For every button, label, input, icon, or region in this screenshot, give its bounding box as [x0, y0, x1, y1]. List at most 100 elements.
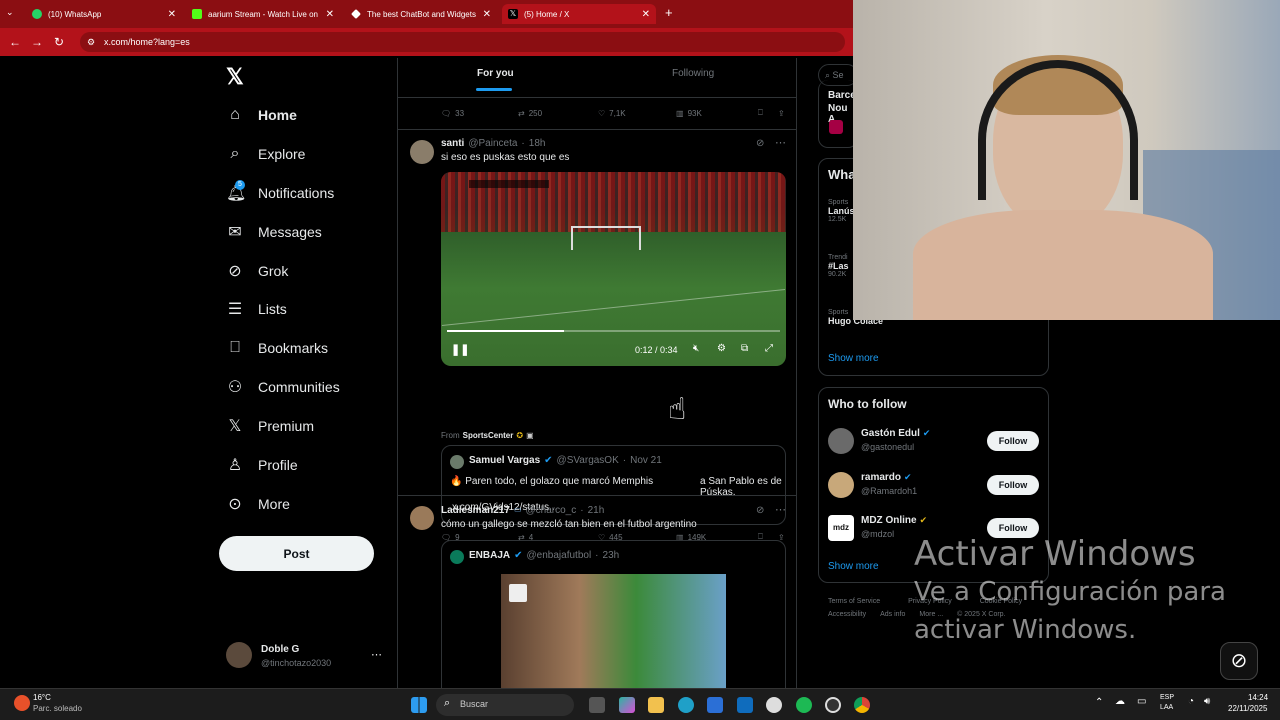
sidebar-item-more[interactable]: ⊙ More	[226, 490, 290, 518]
sidebar-item-communities[interactable]: ⚇ Communities	[226, 373, 340, 401]
fullscreen-icon[interactable]: ⤢	[765, 343, 773, 354]
file-explorer-icon[interactable]	[648, 697, 664, 713]
more-icon[interactable]: ⋯	[775, 503, 786, 516]
post-button[interactable]: Post	[219, 536, 374, 571]
spotify-icon[interactable]	[796, 697, 812, 713]
show-more-link[interactable]: Show more	[828, 561, 879, 572]
quoted-image[interactable]	[501, 574, 726, 688]
weather-icon[interactable]	[14, 695, 30, 711]
sidebar-item-notifications[interactable]: 🔔︎ 5 Notifications	[226, 179, 334, 207]
post-time[interactable]: 18h	[529, 138, 546, 149]
edge-icon[interactable]	[678, 697, 694, 713]
video-progress-track[interactable]	[447, 330, 780, 332]
sidebar-item-home[interactable]: ⌂ Home	[226, 101, 297, 129]
close-icon[interactable]: ✕	[483, 9, 491, 20]
tray-chevron-icon[interactable]: ⌃	[1095, 697, 1103, 708]
sidebar-item-grok[interactable]: ⊘ Grok	[226, 257, 288, 285]
post-time[interactable]: 21h	[588, 505, 605, 516]
video-time: 0:12 / 0:34	[635, 345, 678, 355]
outlook-icon[interactable]	[737, 697, 753, 713]
active-tab-indicator	[476, 88, 512, 91]
mute-icon[interactable]: 🔇︎	[693, 343, 699, 354]
footer-link[interactable]: Ads info	[880, 611, 905, 618]
close-icon[interactable]: ✕	[168, 9, 176, 20]
tab-for-you[interactable]: For you	[477, 68, 514, 79]
from-source[interactable]: SportsCenter	[463, 431, 514, 440]
back-button[interactable]: ←	[4, 35, 26, 49]
store-icon[interactable]	[707, 697, 723, 713]
trend-item[interactable]: Sports Lanús 12.5K	[828, 199, 855, 223]
event-card[interactable]: Barce Nou A	[818, 80, 858, 148]
grok-floating-icon[interactable]: ⊘	[1220, 642, 1258, 680]
more-icon[interactable]: ⋯	[371, 648, 382, 661]
sidebar-item-lists[interactable]: ☰ Lists	[226, 295, 287, 323]
author-handle[interactable]: @charco_c	[526, 505, 577, 516]
tab-list-button[interactable]: ⌄	[6, 7, 14, 18]
sidebar-item-premium[interactable]: 𝕏 Premium	[226, 412, 314, 440]
new-tab-button[interactable]: +	[665, 5, 673, 20]
volume-icon[interactable]: 🔊︎	[1204, 696, 1210, 707]
quoted-post[interactable]: ENBAJA ✔ @enbajafutbol · 23h	[441, 540, 786, 688]
taskbar-search-input[interactable]: ⌕ Buscar	[436, 694, 574, 716]
sidebar-item-messages[interactable]: ✉ Messages	[226, 218, 322, 246]
verified-icon: ✔	[922, 428, 931, 438]
xbox-icon[interactable]	[766, 697, 782, 713]
settings-icon[interactable]: ⚙	[717, 343, 726, 354]
video-player[interactable]: ❚❚ 0:12 / 0:34 🔇︎ ⚙ ⧉ ⤢	[441, 172, 786, 366]
tab-following[interactable]: Following	[672, 68, 714, 79]
windows-start-icon[interactable]	[411, 697, 427, 713]
post[interactable]: Ladiesman217 ▭ @charco_c · 21h ⊘ ⋯ cómo …	[398, 496, 796, 688]
author-handle[interactable]: @Painceta	[468, 138, 517, 149]
reply-button[interactable]: 🗨︎ 33	[441, 109, 518, 118]
close-icon[interactable]: ✕	[326, 9, 334, 20]
clock-time[interactable]: 14:24	[1248, 693, 1268, 702]
whatsapp-icon	[32, 9, 42, 19]
author-name[interactable]: santi	[441, 138, 464, 149]
wifi-icon[interactable]: ◔	[1188, 696, 1194, 707]
like-button[interactable]: ♡ 7,1K	[598, 109, 676, 118]
account-switcher[interactable]: Doble G @tinchotazo2030 ⋯	[226, 642, 386, 672]
lang-code[interactable]: ESP	[1160, 694, 1174, 701]
x-logo-icon[interactable]: 𝕏	[226, 64, 244, 90]
network-icon[interactable]: ▭	[1137, 696, 1146, 707]
activate-subtitle: Ve a Configuración para	[914, 577, 1226, 607]
tab-whatsapp[interactable]: (10) WhatsApp ✕	[26, 4, 182, 24]
reload-button[interactable]: ↻	[48, 35, 70, 49]
footer-link[interactable]: Terms of Service	[828, 598, 880, 605]
onedrive-icon[interactable]: ☁	[1115, 696, 1125, 707]
lang-layout[interactable]: LAA	[1160, 704, 1173, 711]
tab-kick[interactable]: aarium Stream - Watch Live on ✕	[186, 4, 340, 24]
obs-icon[interactable]	[825, 697, 841, 713]
more-icon[interactable]: ⋯	[775, 136, 786, 149]
url-field[interactable]: ⚙ x.com/home?lang=es	[80, 32, 845, 52]
sidebar-item-profile[interactable]: ♙ Profile	[226, 451, 298, 479]
repost-button[interactable]: ⇄ 250	[518, 109, 598, 118]
trend-item[interactable]: Trendi #Las 90.2K	[828, 254, 849, 278]
sidebar-item-explore[interactable]: ⌕ Explore	[226, 140, 306, 168]
show-more-link[interactable]: Show more	[828, 353, 879, 364]
tab-x-home[interactable]: 𝕏 (5) Home / X ✕	[502, 4, 656, 24]
grok-icon[interactable]: ⊘	[756, 505, 764, 516]
share-icon[interactable]: ⇪	[778, 109, 785, 118]
follow-suggestion[interactable]: ramardo ✔ @Ramardoh1 Follow	[828, 470, 1043, 500]
views-button[interactable]: ▥ 93K	[676, 109, 758, 118]
forward-button[interactable]: →	[26, 35, 48, 49]
follow-button[interactable]: Follow	[987, 431, 1039, 451]
copilot-icon[interactable]	[619, 697, 635, 713]
close-icon[interactable]: ✕	[642, 9, 650, 20]
grok-icon[interactable]: ⊘	[756, 138, 764, 149]
footer-link[interactable]: Accessibility	[828, 611, 866, 618]
follow-suggestion[interactable]: Gastón Edul ✔ @gastonedul Follow	[828, 426, 1043, 456]
clock-date[interactable]: 22/11/2025	[1228, 704, 1267, 713]
task-view-icon[interactable]	[589, 697, 605, 713]
bookmark-icon[interactable]: ⎕	[758, 108, 778, 118]
post[interactable]: santi @Painceta · 18h ⊘ ⋯ si eso es pusk…	[398, 130, 796, 542]
sidebar-item-bookmarks[interactable]: ⎕ Bookmarks	[226, 334, 328, 362]
pause-icon[interactable]: ❚❚	[451, 343, 469, 356]
chrome-icon[interactable]	[854, 697, 870, 713]
pip-icon[interactable]: ⧉	[741, 343, 748, 354]
follow-button[interactable]: Follow	[987, 475, 1039, 495]
tab-chatbot[interactable]: The best ChatBot and Widgets ✕	[345, 4, 497, 24]
author-name[interactable]: Ladiesman217	[441, 505, 510, 516]
site-info-icon[interactable]: ⚙	[87, 32, 95, 52]
